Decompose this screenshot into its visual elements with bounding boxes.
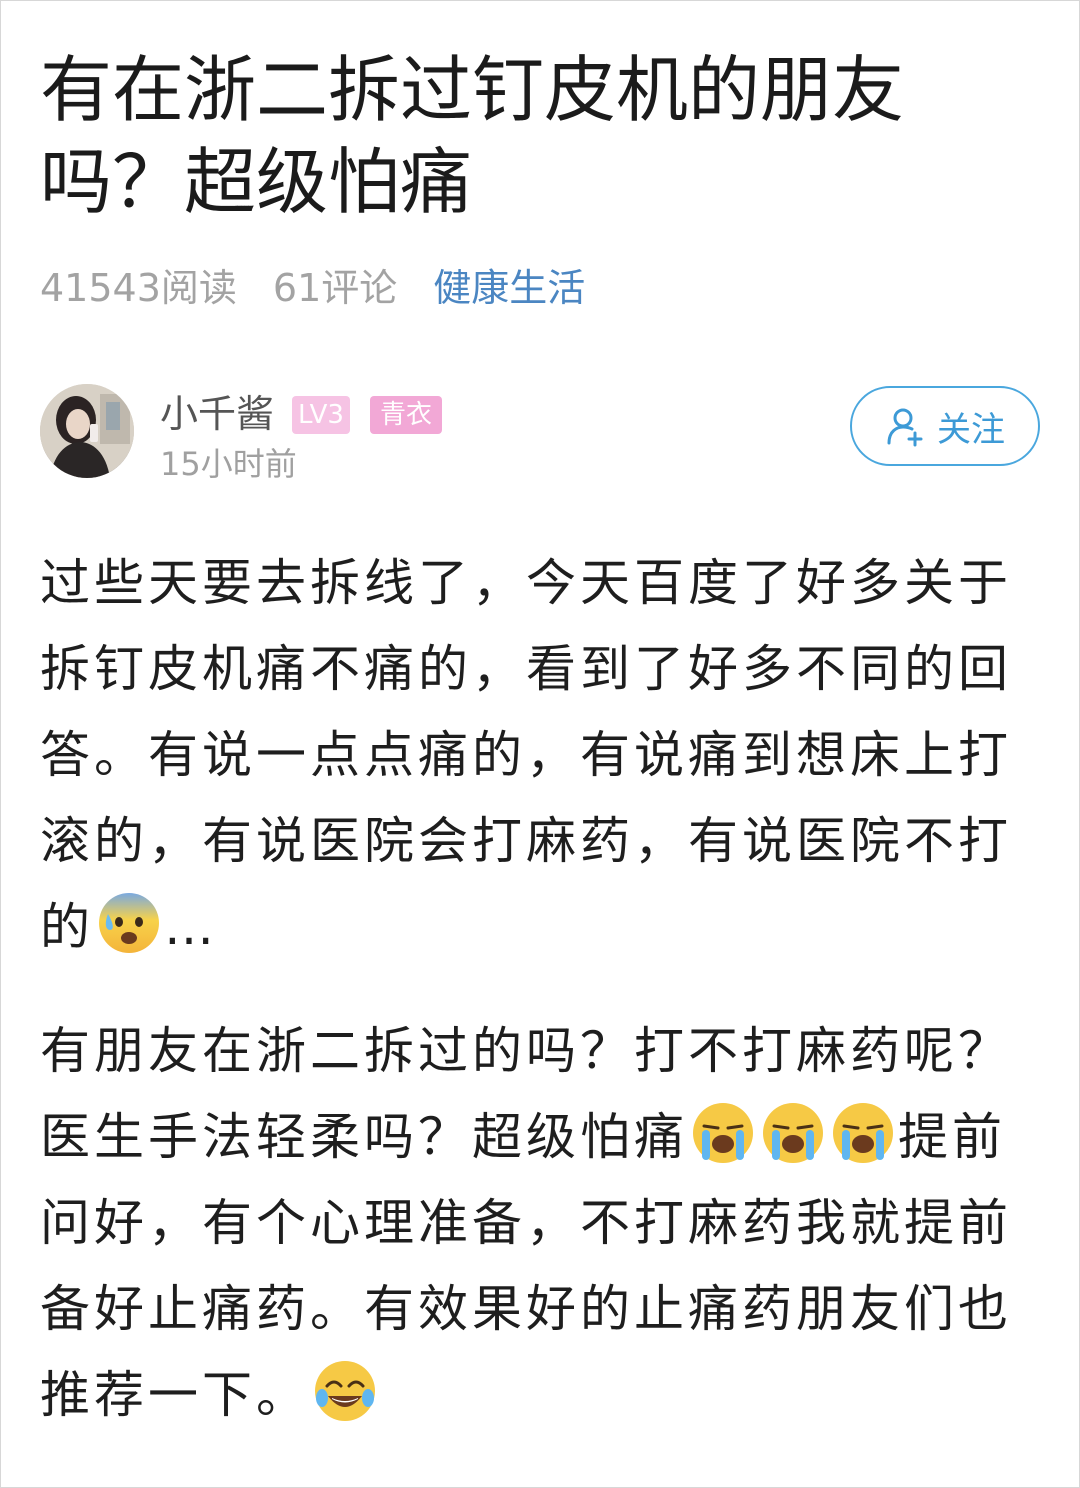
add-user-icon <box>887 408 923 447</box>
comment-count[interactable]: 61评论 <box>273 257 397 312</box>
author-bar: 小千酱 LV3 青衣 15小时前 关注 <box>40 384 1040 484</box>
tears-of-joy-emoji-icon <box>315 1361 375 1421</box>
read-count: 41543阅读 <box>40 265 237 310</box>
post-meta: 41543阅读 61评论 健康生活 <box>40 258 585 310</box>
paragraph-1: 过些天要去拆线了，今天百度了好多关于拆钉皮机痛不痛的，看到了好多不同的回答。有说… <box>40 540 1050 970</box>
author-name[interactable]: 小千酱 <box>160 390 274 438</box>
post-time: 15小时前 <box>160 445 297 483</box>
follow-button[interactable]: 关注 <box>850 386 1040 466</box>
loudly-crying-emoji-icon <box>763 1103 823 1163</box>
category-link[interactable]: 健康生活 <box>433 257 585 312</box>
follow-label: 关注 <box>937 409 1005 450</box>
avatar[interactable] <box>40 384 134 478</box>
paragraph-2: 有朋友在浙二拆过的吗？打不打麻药呢？医生手法轻柔吗？超级怕痛 提前问好，有个心理… <box>40 1008 1050 1438</box>
avatar-photo-icon <box>40 384 134 478</box>
paragraph-1-text: 过些天要去拆线了，今天百度了好多关于拆钉皮机痛不痛的，看到了好多不同的回答。有说… <box>40 554 1012 956</box>
post-content: 过些天要去拆线了，今天百度了好多关于拆钉皮机痛不痛的，看到了好多不同的回答。有说… <box>40 540 1050 1476</box>
title-badge: 青衣 <box>370 396 443 434</box>
anxious-sweat-emoji-icon <box>99 893 159 953</box>
level-badge: LV3 <box>292 396 350 434</box>
loudly-crying-emoji-icon <box>833 1103 893 1163</box>
post-title: 有在浙二拆过钉皮机的朋友吗？超级怕痛 <box>40 48 905 224</box>
loudly-crying-emoji-icon <box>693 1103 753 1163</box>
paragraph-1-tail: … <box>164 898 218 956</box>
